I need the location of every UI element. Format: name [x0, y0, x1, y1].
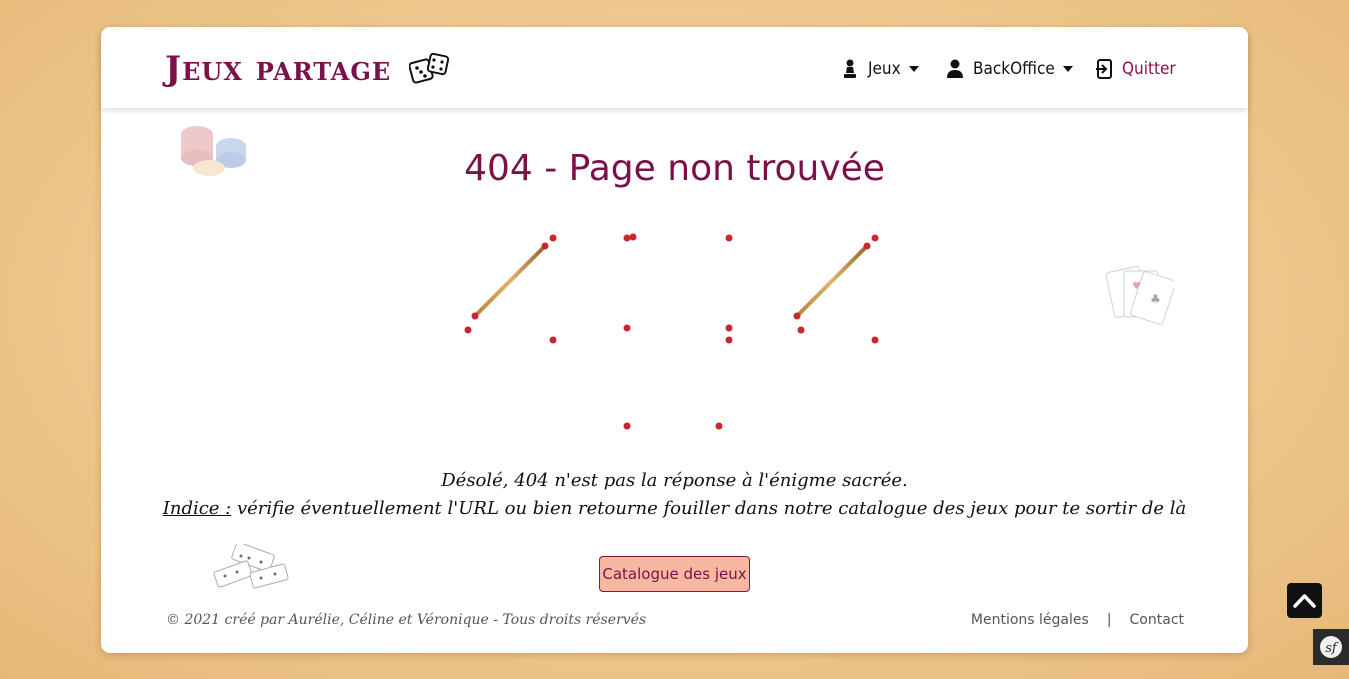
nav-quit-link[interactable]: Quitter [1095, 57, 1176, 81]
footer-copyright: © 2021 créé par Aurélie, Céline et Véron… [166, 612, 647, 628]
scroll-to-top-button[interactable] [1287, 583, 1322, 618]
chevron-down-icon [908, 66, 919, 72]
chess-pawn-icon [844, 59, 856, 78]
main-card: Jeux partage Jeux BackOffice Quitter ♥ ♣… [101, 27, 1248, 653]
playing-cards-icon: ♥ ♣ [1106, 266, 1174, 325]
symfony-toolbar-button[interactable]: sf [1313, 629, 1349, 665]
hint-message: Indice : vérifie éventuellement l'URL ou… [101, 496, 1248, 522]
nav-jeux-label: Jeux [868, 59, 901, 79]
nav-quit-label: Quitter [1122, 59, 1176, 79]
symfony-icon: sf [1320, 636, 1342, 658]
matches-404-illustration [464, 233, 881, 430]
brand-logo-text[interactable]: Jeux partage [165, 49, 391, 89]
svg-text:♣: ♣ [1150, 292, 1161, 306]
page-title: 404 - Page non trouvée [464, 148, 885, 189]
sign-out-icon [1096, 59, 1112, 79]
chevron-up-icon [1293, 594, 1316, 608]
hint-label: Indice : [162, 498, 232, 519]
footer-links: Mentions légales | Contact [971, 612, 1184, 628]
hint-text: vérifie éventuellement l'URL ou bien ret… [231, 498, 1187, 519]
nav-backoffice-label: BackOffice [973, 59, 1055, 79]
legal-link[interactable]: Mentions légales [971, 612, 1089, 628]
error-message: Désolé, 404 n'est pas la réponse à l'éni… [441, 470, 908, 491]
contact-link[interactable]: Contact [1130, 612, 1184, 628]
nav-jeux-dropdown[interactable]: Jeux [841, 57, 919, 81]
user-icon [947, 59, 963, 78]
dice-icon [409, 52, 450, 84]
nav-backoffice-dropdown[interactable]: BackOffice [946, 57, 1073, 81]
chevron-down-icon [1062, 66, 1073, 72]
catalog-button[interactable]: Catalogue des jeux [599, 556, 750, 592]
dominoes-icon [213, 544, 289, 589]
navbar: Jeux partage Jeux BackOffice Quitter [101, 27, 1248, 108]
svg-text:♥: ♥ [1132, 281, 1141, 292]
footer-separator: | [1106, 612, 1112, 628]
